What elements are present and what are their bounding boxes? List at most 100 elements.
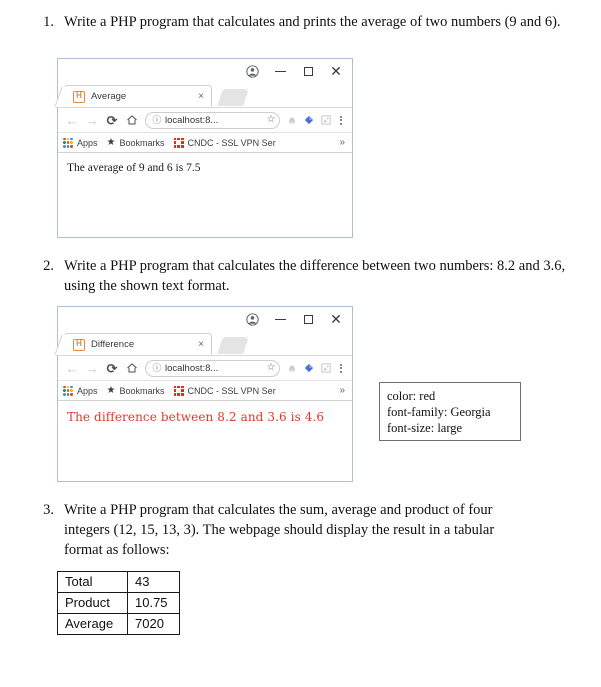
css-rule-color: color: red	[387, 389, 436, 403]
tab-close-icon[interactable]: ×	[198, 91, 204, 102]
close-icon: ✕	[330, 311, 342, 327]
browser-window-average[interactable]: ✕ Average × ← → ⟳ ⓘ localhost:	[57, 58, 353, 238]
table-cell-label: Total	[57, 571, 128, 593]
reload-button[interactable]: ⟳	[102, 110, 122, 130]
close-window-button[interactable]: ✕	[322, 60, 350, 82]
extension-blue-diamond-icon[interactable]	[300, 112, 317, 129]
vpn-icon	[173, 137, 184, 148]
bookmarks-bar: Apps ★ Bookmarks CNDC - SSL VPN Ser »	[58, 132, 352, 153]
extension-pdf-icon[interactable]	[317, 112, 334, 129]
star-icon: ★	[106, 136, 116, 148]
back-arrow-icon: ←	[65, 360, 79, 376]
browser-menu-button[interactable]	[334, 363, 348, 373]
bookmark-star-icon[interactable]: ☆	[263, 363, 279, 373]
address-bar[interactable]: ⓘ localhost:8... ☆	[145, 111, 280, 129]
bookmark-vpn[interactable]: CNDC - SSL VPN Ser	[173, 385, 276, 396]
browser-titlebar: ✕	[58, 307, 352, 333]
bookmark-bookmarks-label: Bookmarks	[119, 385, 165, 396]
apps-grid-icon	[63, 137, 73, 148]
bookmark-apps[interactable]: Apps	[63, 137, 98, 148]
back-button[interactable]: ←	[62, 110, 82, 130]
profile-avatar-icon[interactable]	[238, 60, 266, 82]
address-bar[interactable]: ⓘ localhost:8... ☆	[145, 359, 280, 377]
browser-tab[interactable]: Difference ×	[64, 333, 212, 355]
address-bar-url: localhost:8...	[165, 114, 219, 126]
reload-icon: ⟳	[106, 112, 118, 128]
profile-avatar-icon[interactable]	[238, 308, 266, 330]
bookmarks-bar: Apps ★ Bookmarks CNDC - SSL VPN Ser »	[58, 380, 352, 401]
bookmark-vpn[interactable]: CNDC - SSL VPN Ser	[173, 137, 276, 148]
bookmark-apps-label: Apps	[77, 137, 98, 148]
extension-drive-icon[interactable]	[283, 112, 300, 129]
info-icon[interactable]: ⓘ	[151, 363, 163, 373]
question-number-1: 1.	[43, 14, 54, 30]
tab-close-icon[interactable]: ×	[198, 339, 204, 350]
maximize-button[interactable]	[294, 60, 322, 82]
forward-button[interactable]: →	[82, 110, 102, 130]
browser-tab[interactable]: Average ×	[64, 85, 212, 107]
table-cell-label: Product	[57, 592, 128, 614]
tab-title: Average	[91, 91, 127, 102]
new-tab-button[interactable]	[217, 337, 249, 354]
back-button[interactable]: ←	[62, 358, 82, 378]
tab-strip: Average ×	[58, 85, 352, 107]
extension-blue-diamond-icon[interactable]	[300, 360, 317, 377]
page-content-area: The difference between 8.2 and 3.6 is 4.…	[58, 401, 352, 481]
browser-menu-button[interactable]	[334, 115, 348, 125]
favicon-icon	[73, 90, 85, 103]
extension-pdf-icon[interactable]	[317, 360, 334, 377]
question-text-3: Write a PHP program that calculates the …	[64, 502, 495, 558]
favicon-icon	[73, 338, 85, 351]
bookmark-bookmarks-label: Bookmarks	[119, 137, 165, 148]
question-text-1: Write a PHP program that calculates and …	[64, 14, 561, 30]
tab-title: Difference	[91, 339, 135, 350]
table-cell-value: 43	[127, 571, 180, 593]
home-button[interactable]	[122, 358, 142, 378]
result-table: Total 43 Product 10.75 Average 7020	[57, 571, 180, 635]
vpn-icon	[173, 385, 184, 396]
info-icon[interactable]: ⓘ	[151, 115, 163, 125]
browser-toolbar: ← → ⟳ ⓘ localhost:8... ☆	[58, 355, 352, 380]
reload-button[interactable]: ⟳	[102, 358, 122, 378]
forward-arrow-icon: →	[85, 360, 99, 376]
table-row: Total 43	[57, 571, 180, 593]
page-output-text: The difference between 8.2 and 3.6 is 4.…	[67, 410, 325, 424]
css-rule-font-family: font-family: Georgia	[387, 405, 491, 419]
bookmarks-overflow-icon[interactable]: »	[339, 385, 347, 396]
bookmark-star-icon[interactable]: ☆	[263, 115, 279, 125]
address-bar-url: localhost:8...	[165, 362, 219, 374]
home-button[interactable]	[122, 110, 142, 130]
back-arrow-icon: ←	[65, 112, 79, 128]
question-text-2: Write a PHP program that calculates the …	[64, 258, 566, 294]
close-icon: ✕	[330, 63, 342, 79]
table-cell-value: 10.75	[127, 592, 180, 614]
question-item-3: 3. Write a PHP program that calculates t…	[26, 500, 586, 560]
bookmarks-overflow-icon[interactable]: »	[339, 137, 347, 148]
tab-strip: Difference ×	[58, 333, 352, 355]
table-cell-label: Average	[57, 613, 128, 635]
question-number-2: 2.	[43, 258, 54, 274]
browser-toolbar: ← → ⟳ ⓘ localhost:8... ☆	[58, 107, 352, 132]
apps-grid-icon	[63, 385, 73, 396]
browser-titlebar: ✕	[58, 59, 352, 85]
new-tab-button[interactable]	[217, 89, 249, 106]
bookmark-apps[interactable]: Apps	[63, 385, 98, 396]
minimize-button[interactable]	[266, 308, 294, 330]
bookmark-bookmarks[interactable]: ★ Bookmarks	[107, 385, 165, 396]
maximize-button[interactable]	[294, 308, 322, 330]
browser-window-difference[interactable]: ✕ Difference × ← → ⟳ ⓘ localho	[57, 306, 353, 482]
question-item-1: 1. Write a PHP program that calculates a…	[26, 12, 586, 32]
bookmark-bookmarks[interactable]: ★ Bookmarks	[106, 136, 165, 148]
close-window-button[interactable]: ✕	[322, 308, 350, 330]
minimize-button[interactable]	[266, 60, 294, 82]
css-format-box: color: red font-family: Georgia font-siz…	[379, 382, 521, 441]
page-output-text: The average of 9 and 6 is 7.5	[67, 162, 201, 174]
reload-icon: ⟳	[106, 360, 118, 376]
extension-drive-icon[interactable]	[283, 360, 300, 377]
forward-button[interactable]: →	[82, 358, 102, 378]
window-controls: ✕	[238, 59, 350, 83]
table-row: Average 7020	[57, 613, 180, 635]
page-content-area: The average of 9 and 6 is 7.5	[58, 153, 352, 237]
table-row: Product 10.75	[57, 592, 180, 614]
window-controls: ✕	[238, 307, 350, 331]
